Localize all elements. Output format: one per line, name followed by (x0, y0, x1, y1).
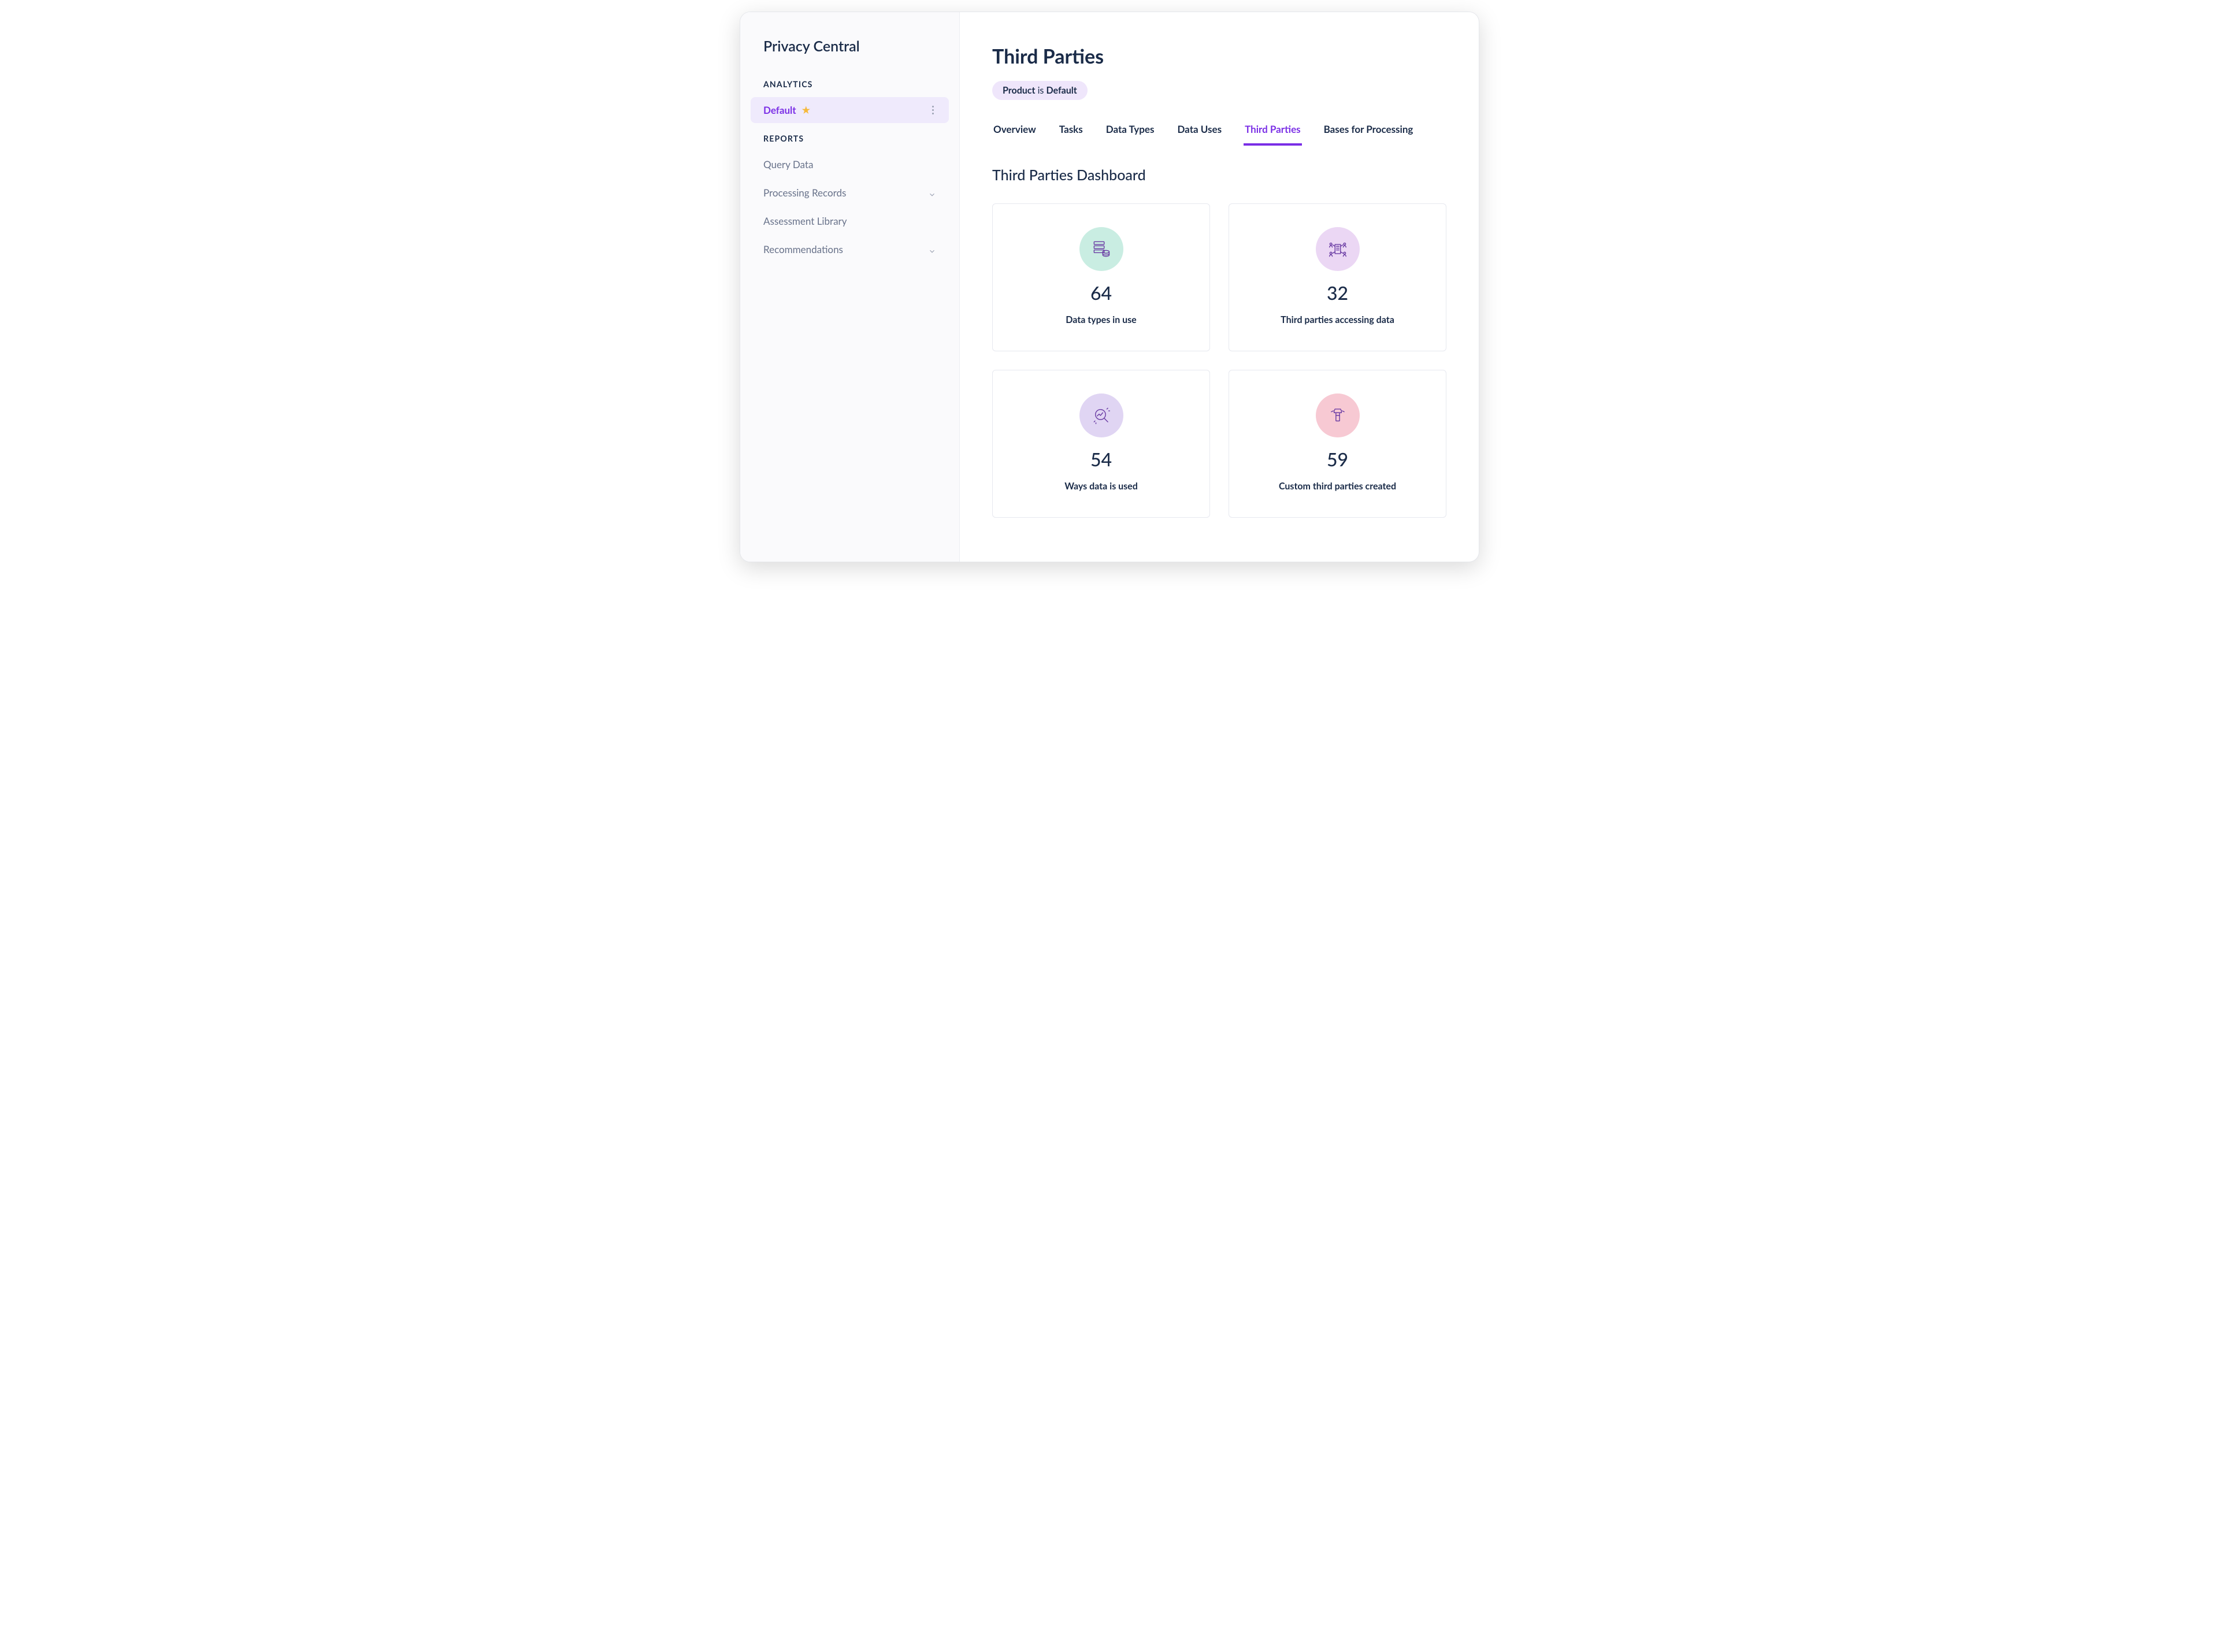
card-value: 64 (1090, 281, 1112, 304)
tab-bar: Overview Tasks Data Types Data Uses Thir… (992, 120, 1446, 146)
sidebar-item-label: Assessment Library (763, 215, 847, 227)
star-icon: ★ (802, 105, 810, 116)
chip-key: Product (1003, 85, 1035, 96)
dashboard-card-grid: 64 Data types in use (992, 203, 1446, 518)
card-value: 59 (1327, 448, 1348, 470)
build-tool-icon (1316, 393, 1360, 437)
chip-join: is (1035, 85, 1046, 96)
sidebar: Privacy Central Analytics Default ★ Repo… (740, 12, 960, 562)
card-label: Third parties accessing data (1281, 314, 1394, 325)
sidebar-item-label: Default (763, 104, 796, 116)
tab-data-types[interactable]: Data Types (1105, 120, 1156, 146)
sidebar-item-label: Processing Records (763, 187, 846, 199)
app-shell: Privacy Central Analytics Default ★ Repo… (740, 12, 1479, 562)
chevron-down-icon (928, 246, 936, 254)
tab-third-parties[interactable]: Third Parties (1244, 120, 1302, 146)
card-custom-third-parties[interactable]: 59 Custom third parties created (1229, 370, 1446, 518)
magnify-analytics-icon (1079, 393, 1123, 437)
card-value: 54 (1090, 448, 1112, 470)
sidebar-item-assessment-library[interactable]: Assessment Library (751, 208, 949, 234)
tab-bases-for-processing[interactable]: Bases for Processing (1323, 120, 1415, 146)
card-label: Ways data is used (1064, 481, 1138, 492)
main-content: Third Parties Product is Default Overvie… (960, 12, 1479, 562)
chevron-down-icon (928, 189, 936, 197)
sidebar-item-query-data[interactable]: Query Data (751, 151, 949, 177)
app-title: Privacy Central (740, 31, 959, 71)
tab-tasks[interactable]: Tasks (1058, 120, 1084, 146)
card-label: Data types in use (1066, 314, 1136, 325)
chip-value: Default (1046, 85, 1077, 96)
page-title: Third Parties (992, 44, 1446, 68)
org-network-icon (1316, 227, 1360, 271)
sidebar-item-processing-records[interactable]: Processing Records (751, 180, 949, 206)
card-label: Custom third parties created (1279, 481, 1396, 492)
section-title: Third Parties Dashboard (992, 166, 1446, 184)
sidebar-item-recommendations[interactable]: Recommendations (751, 236, 949, 262)
filter-chip-product[interactable]: Product is Default (992, 81, 1088, 100)
sidebar-section-analytics: Analytics (740, 71, 959, 95)
card-third-parties-accessing[interactable]: 32 Third parties accessing data (1229, 203, 1446, 351)
sidebar-item-label: Recommendations (763, 243, 843, 255)
tab-data-uses[interactable]: Data Uses (1176, 120, 1223, 146)
sidebar-item-label: Query Data (763, 158, 813, 170)
tab-overview[interactable]: Overview (992, 120, 1037, 146)
database-stack-icon (1079, 227, 1123, 271)
kebab-menu-icon[interactable] (932, 106, 936, 114)
card-value: 32 (1327, 281, 1348, 304)
sidebar-section-reports: Reports (740, 125, 959, 149)
card-ways-data-used[interactable]: 54 Ways data is used (992, 370, 1210, 518)
card-data-types-in-use[interactable]: 64 Data types in use (992, 203, 1210, 351)
sidebar-item-default[interactable]: Default ★ (751, 97, 949, 123)
